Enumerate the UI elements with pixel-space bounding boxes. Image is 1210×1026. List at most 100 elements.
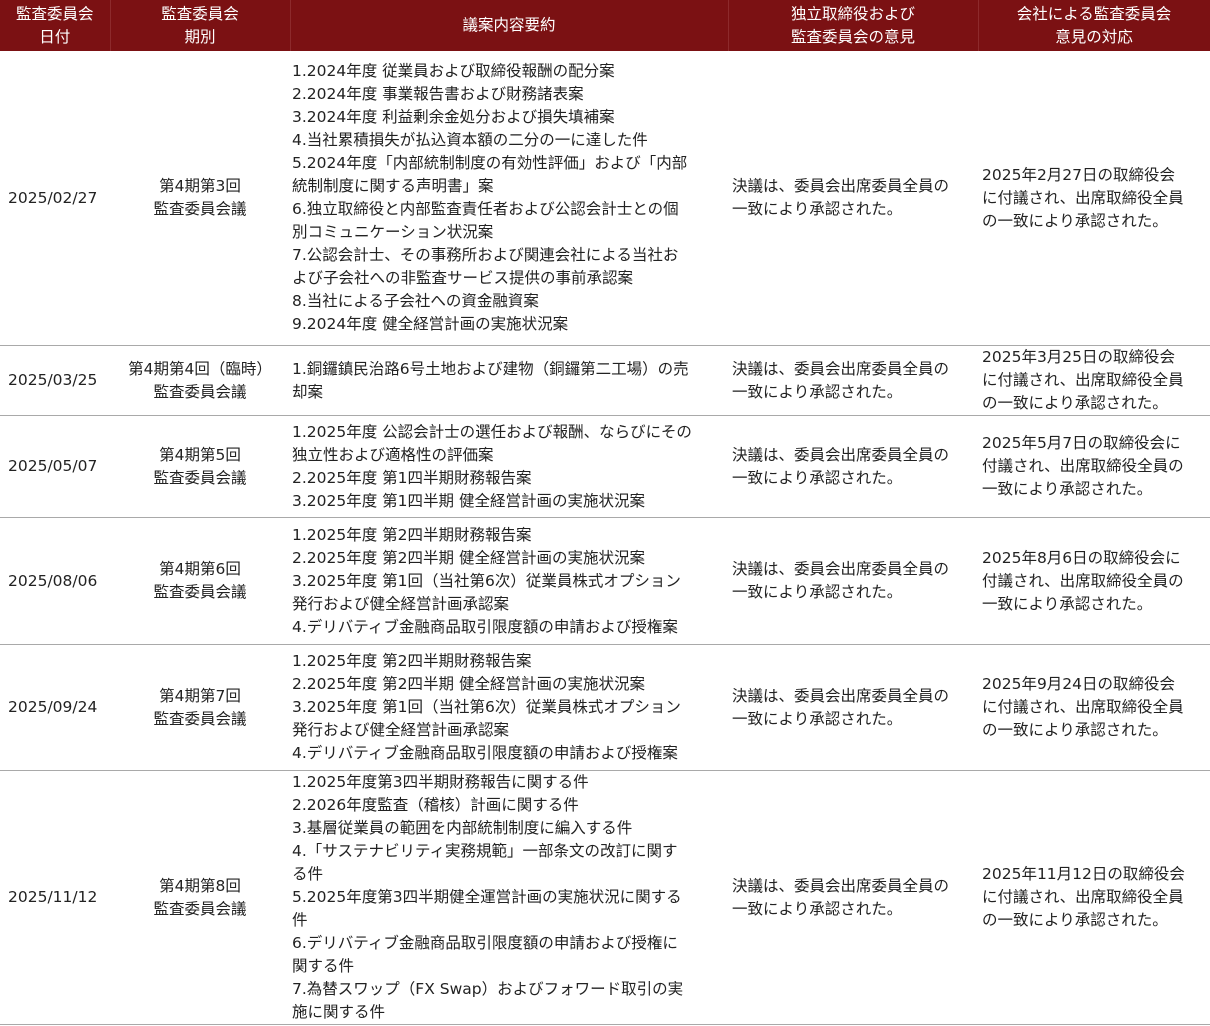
agenda-line: 4.当社累積損失が払込資本額の二分の一に達した件: [292, 131, 648, 149]
committee-opinion: 決議は、委員会出席委員全員の 一致により承認された。: [728, 644, 978, 771]
table-row: 2025/11/12 第4期第8回 監査委員会議 1.2025年度第3四半期財務…: [0, 770, 1210, 1025]
meeting-date: 2025/08/06: [0, 517, 110, 645]
agenda-line: 4.デリバティブ金融商品取引限度額の申請および授権案: [292, 617, 678, 636]
meeting-term: 第4期第8回 監査委員会議: [110, 770, 290, 1025]
agenda-line: 3.2025年度 第1回（当社第6次）従業員株式オプション: [292, 698, 681, 716]
agenda-summary: 1.2025年度 公認会計士の選任および報酬、ならびにその 独立性および適格性の…: [290, 415, 728, 518]
header-date-line: 監査委員会: [15, 4, 94, 23]
header-response: 会社による監査委員会 意見の対応: [978, 0, 1210, 51]
term-line: 第4期第5回: [159, 445, 241, 464]
response-line: の一致により承認された。: [982, 394, 1168, 412]
header-opinion-line: 監査委員会の意見: [790, 27, 915, 46]
meeting-date: 2025/02/27: [0, 51, 110, 346]
meeting-term: 第4期第5回 監査委員会議: [110, 415, 290, 518]
header-row: 監査委員会 日付 監査委員会 期別 議案内容要約 独立取締役および 監査委員会の…: [0, 0, 1210, 51]
term-line: 第4期第4回（臨時）: [128, 359, 272, 378]
agenda-line: 3.基層従業員の範囲を内部統制制度に編入する件: [292, 819, 633, 837]
agenda-line: 発行および健全経営計画承認案: [292, 721, 510, 739]
response-line: 2025年9月24日の取締役会: [982, 675, 1176, 693]
agenda-line: 3.2025年度 第1回（当社第6次）従業員株式オプション: [292, 571, 681, 590]
opinion-line: 一致により承認された。: [732, 200, 903, 218]
meeting-term: 第4期第3回 監査委員会議: [110, 51, 290, 346]
response-line: の一致により承認された。: [982, 911, 1168, 929]
opinion-line: 一致により承認された。: [732, 468, 903, 487]
opinion-line: 決議は、委員会出席委員全員の: [732, 177, 950, 195]
table-row: 2025/08/06 第4期第6回 監査委員会議 1.2025年度 第2四半期財…: [0, 517, 1210, 645]
meeting-term: 第4期第4回（臨時） 監査委員会議: [110, 345, 290, 416]
header-summary: 議案内容要約: [290, 0, 729, 51]
agenda-line: 却案: [292, 382, 324, 401]
agenda-line: 4.「サステナビリティ実務規範」一部条文の改訂に関す: [292, 842, 678, 860]
agenda-line: 7.為替スワップ（FX Swap）およびフォワード取引の実: [292, 980, 684, 998]
committee-opinion: 決議は、委員会出席委員全員の 一致により承認された。: [728, 51, 978, 346]
response-line: 付議され、出席取締役全員の: [982, 457, 1184, 475]
opinion-line: 一致により承認された。: [732, 709, 903, 728]
agenda-line: 2.2025年度 第2四半期 健全経営計画の実施状況案: [292, 548, 645, 567]
agenda-line: 別コミュニケーション状況案: [292, 223, 494, 241]
agenda-line: 4.デリバティブ金融商品取引限度額の申請および授権案: [292, 744, 678, 762]
response-line: 2025年3月25日の取締役会: [982, 348, 1176, 366]
term-line: 第4期第6回: [159, 560, 241, 578]
agenda-line: 5.2024年度「内部統制制度の有効性評価」および「内部: [292, 154, 688, 172]
opinion-line: 決議は、委員会出席委員全員の: [732, 876, 950, 895]
agenda-line: 7.公認会計士、その事務所および関連会社による当社お: [292, 246, 679, 264]
opinion-line: 決議は、委員会出席委員全員の: [732, 686, 950, 705]
company-response: 2025年8月6日の取締役会に 付議され、出席取締役全員の 一致により承認された…: [978, 517, 1210, 645]
agenda-summary: 1.銅鑼鎮民治路6号土地および建物（銅鑼第二工場）の売 却案: [290, 345, 728, 416]
agenda-line: 2.2026年度監査（稽核）計画に関する件: [292, 796, 579, 814]
agenda-line: 2.2025年度 第2四半期 健全経営計画の実施状況案: [292, 675, 645, 693]
committee-opinion: 決議は、委員会出席委員全員の 一致により承認された。: [728, 415, 978, 518]
committee-opinion: 決議は、委員会出席委員全員の 一致により承認された。: [728, 517, 978, 645]
meeting-term: 第4期第6回 監査委員会議: [110, 517, 290, 645]
term-line: 監査委員会議: [153, 200, 247, 218]
audit-committee-table: 監査委員会 日付 監査委員会 期別 議案内容要約 独立取締役および 監査委員会の…: [0, 0, 1210, 1025]
response-line: の一致により承認された。: [982, 211, 1168, 230]
table-row: 2025/02/27 第4期第3回 監査委員会議 1.2024年度 従業員および…: [0, 51, 1210, 346]
agenda-line: 2.2024年度 事業報告書および財務諸表案: [292, 85, 584, 103]
term-line: 第4期第3回: [159, 177, 241, 195]
header-opinion-line: 独立取締役および: [790, 4, 915, 23]
term-line: 監査委員会議: [153, 382, 247, 401]
response-line: 一致により承認された。: [982, 480, 1153, 498]
response-line: 付議され、出席取締役全員の: [982, 571, 1184, 590]
opinion-line: 一致により承認された。: [732, 382, 903, 401]
response-line: に付議され、出席取締役全員: [982, 371, 1184, 389]
agenda-line: 1.2024年度 従業員および取締役報酬の配分案: [292, 62, 615, 80]
opinion-line: 一致により承認された。: [732, 583, 903, 601]
meeting-date: 2025/05/07: [0, 415, 110, 518]
table-body: 2025/02/27 第4期第3回 監査委員会議 1.2024年度 従業員および…: [0, 51, 1210, 1025]
agenda-line: よび子会社への非監査サービス提供の事前承認案: [292, 269, 634, 287]
header-term-line: 監査委員会: [161, 4, 239, 23]
response-line: 2025年2月27日の取締役会: [982, 165, 1176, 184]
agenda-line: 9.2024年度 健全経営計画の実施状況案: [292, 315, 569, 333]
agenda-line: 施に関する件: [292, 1003, 386, 1021]
agenda-line: 統制制度に関する声明書」案: [292, 177, 494, 195]
header-response-line: 意見の対応: [1055, 27, 1133, 46]
agenda-line: 1.2025年度 第2四半期財務報告案: [292, 525, 532, 544]
header-summary-line: 議案内容要約: [462, 16, 556, 34]
agenda-line: 2.2025年度 第1四半期財務報告案: [292, 468, 532, 487]
meeting-date: 2025/03/25: [0, 345, 110, 416]
agenda-summary: 1.2025年度 第2四半期財務報告案 2.2025年度 第2四半期 健全経営計…: [290, 517, 728, 645]
term-line: 監査委員会議: [153, 709, 247, 728]
header-date: 監査委員会 日付: [0, 0, 111, 51]
agenda-line: 5.2025年度第3四半期健全運営計画の実施状況に関する: [292, 888, 682, 906]
opinion-line: 一致により承認された。: [732, 899, 903, 918]
response-line: 2025年5月7日の取締役会に: [982, 434, 1181, 452]
opinion-line: 決議は、委員会出席委員全員の: [732, 445, 950, 464]
response-line: の一致により承認された。: [982, 721, 1168, 739]
opinion-line: 決議は、委員会出席委員全員の: [732, 359, 950, 378]
header-term: 監査委員会 期別: [110, 0, 291, 51]
response-line: に付議され、出席取締役全員: [982, 698, 1184, 716]
term-line: 監査委員会議: [153, 899, 247, 918]
agenda-line: 3.2025年度 第1四半期 健全経営計画の実施状況案: [292, 491, 645, 510]
header-date-line: 日付: [39, 27, 71, 46]
term-line: 監査委員会議: [153, 583, 247, 601]
company-response: 2025年3月25日の取締役会 に付議され、出席取締役全員 の一致により承認され…: [978, 345, 1210, 416]
table-row: 2025/09/24 第4期第7回 監査委員会議 1.2025年度 第2四半期財…: [0, 644, 1210, 771]
response-line: 2025年11月12日の取締役会: [982, 865, 1185, 883]
agenda-line: 独立性および適格性の評価案: [292, 445, 494, 464]
agenda-line: 6.デリバティブ金融商品取引限度額の申請および授権に: [292, 934, 678, 952]
agenda-line: る件: [292, 865, 324, 883]
company-response: 2025年11月12日の取締役会 に付議され、出席取締役全員 の一致により承認さ…: [978, 770, 1210, 1025]
